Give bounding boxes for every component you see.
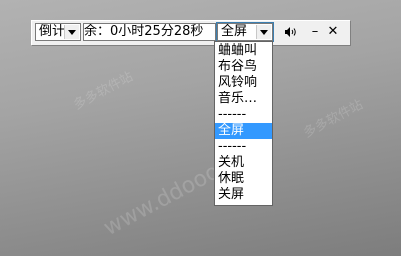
watermark-text: 多多软件站	[71, 69, 136, 114]
close-button[interactable]: ✕	[324, 22, 342, 42]
dropdown-option[interactable]: 关屏	[215, 187, 272, 203]
mode-select[interactable]: 倒计	[35, 23, 81, 41]
chevron-down-icon[interactable]	[64, 25, 79, 39]
remaining-time-display: 剩余：0小时25分28秒	[83, 23, 216, 41]
action-select[interactable]: 全屏	[216, 22, 274, 42]
mode-select-value: 倒计	[39, 24, 66, 39]
speaker-icon[interactable]	[282, 22, 300, 42]
action-select-value: 全屏	[221, 24, 248, 39]
dropdown-option[interactable]: 休眠	[215, 171, 272, 187]
watermark-text: 多多软件站	[301, 97, 366, 142]
dropdown-option[interactable]: 全屏	[215, 123, 272, 139]
timer-toolbar: 倒计 剩余：0小时25分28秒 全屏 – ✕	[31, 20, 350, 45]
dropdown-option[interactable]: ------	[215, 107, 272, 123]
dropdown-option[interactable]: 关机	[215, 155, 272, 171]
dropdown-option[interactable]: ------	[215, 139, 272, 155]
action-dropdown-list: 蛐蛐叫 布谷鸟 风铃响 音乐… ------ 全屏 ------ 关机 休眠 关屏	[214, 41, 273, 206]
dropdown-option[interactable]: 蛐蛐叫	[215, 43, 272, 59]
dropdown-option[interactable]: 布谷鸟	[215, 59, 272, 75]
chevron-down-icon[interactable]	[256, 25, 271, 39]
dropdown-option[interactable]: 音乐…	[215, 91, 272, 107]
minimize-button[interactable]: –	[306, 22, 324, 42]
dropdown-option[interactable]: 风铃响	[215, 75, 272, 91]
remaining-time-text: 剩余：0小时25分28秒	[83, 24, 204, 39]
